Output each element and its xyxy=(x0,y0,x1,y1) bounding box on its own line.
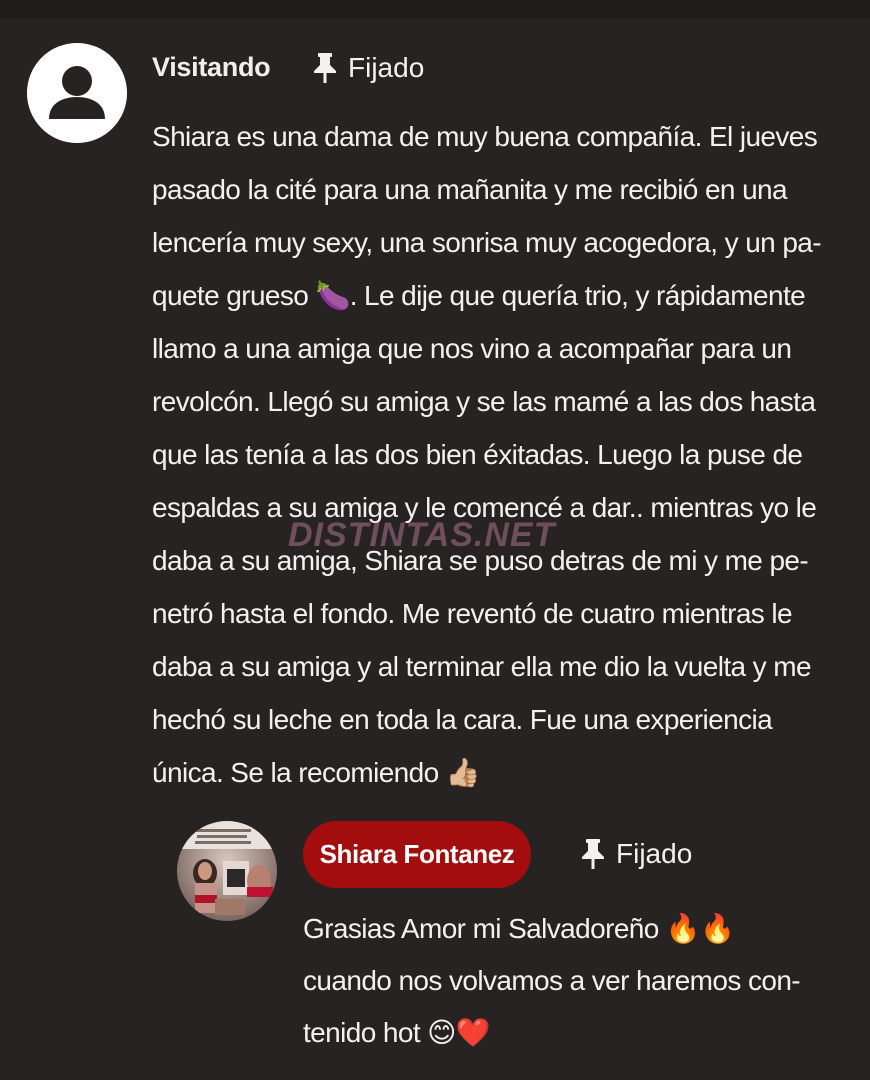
watermark: DISTINTAS.NET xyxy=(288,516,556,554)
pin-icon xyxy=(314,53,336,83)
status-bar-strip xyxy=(0,0,870,18)
comment-author[interactable]: Visitando xyxy=(152,52,271,83)
reply-pinned-indicator: Fijado xyxy=(580,838,692,870)
reply-author-badge[interactable]: Shiara Fontanez xyxy=(303,821,531,888)
comment-line: pasado la cité para una mañanita y me re… xyxy=(152,174,788,205)
comment-line: daba a su amiga y al terminar ella me di… xyxy=(152,651,812,682)
comment-line: Shiara es una dama de muy buena compañía… xyxy=(152,121,818,152)
reply-text: Grasias Amor mi Salvadoreño 🔥🔥 cuando no… xyxy=(303,903,863,1059)
person-icon xyxy=(27,43,127,143)
comment-line: hechó su leche en toda la cara. Fue una … xyxy=(152,704,773,735)
reply-line: tenido hot 😊❤️ xyxy=(303,1017,491,1048)
pinned-label: Fijado xyxy=(348,52,425,83)
profile-photo xyxy=(177,821,277,921)
comment-line: llamo a una amiga que nos vino a acompañ… xyxy=(152,333,792,364)
comment-text: Shiara es una dama de muy buena compañía… xyxy=(152,110,864,799)
comment-line: lencería muy sexy, una sonrisa muy acoge… xyxy=(152,227,822,258)
pinned-indicator: Fijado xyxy=(312,52,424,84)
comment-line: netró hasta el fondo. Me reventó de cuat… xyxy=(152,598,793,629)
reply-line: Grasias Amor mi Salvadoreño 🔥🔥 xyxy=(303,913,735,944)
reply-line: cuando nos volvamos a ver haremos con- xyxy=(303,965,801,996)
comment-line: quete grueso 🍆. Le dije que quería trio,… xyxy=(152,280,806,311)
reply-avatar[interactable] xyxy=(177,821,277,921)
comment-line: única. Se la recomiendo 👍🏼 xyxy=(152,757,481,788)
pin-icon xyxy=(582,839,604,869)
avatar[interactable] xyxy=(27,43,127,143)
reply-pinned-label: Fijado xyxy=(616,838,693,869)
comment-line: que las tenía a las dos bien éxitadas. L… xyxy=(152,439,803,470)
comment-line: revolcón. Llegó su amiga y se las mamé a… xyxy=(152,386,816,417)
